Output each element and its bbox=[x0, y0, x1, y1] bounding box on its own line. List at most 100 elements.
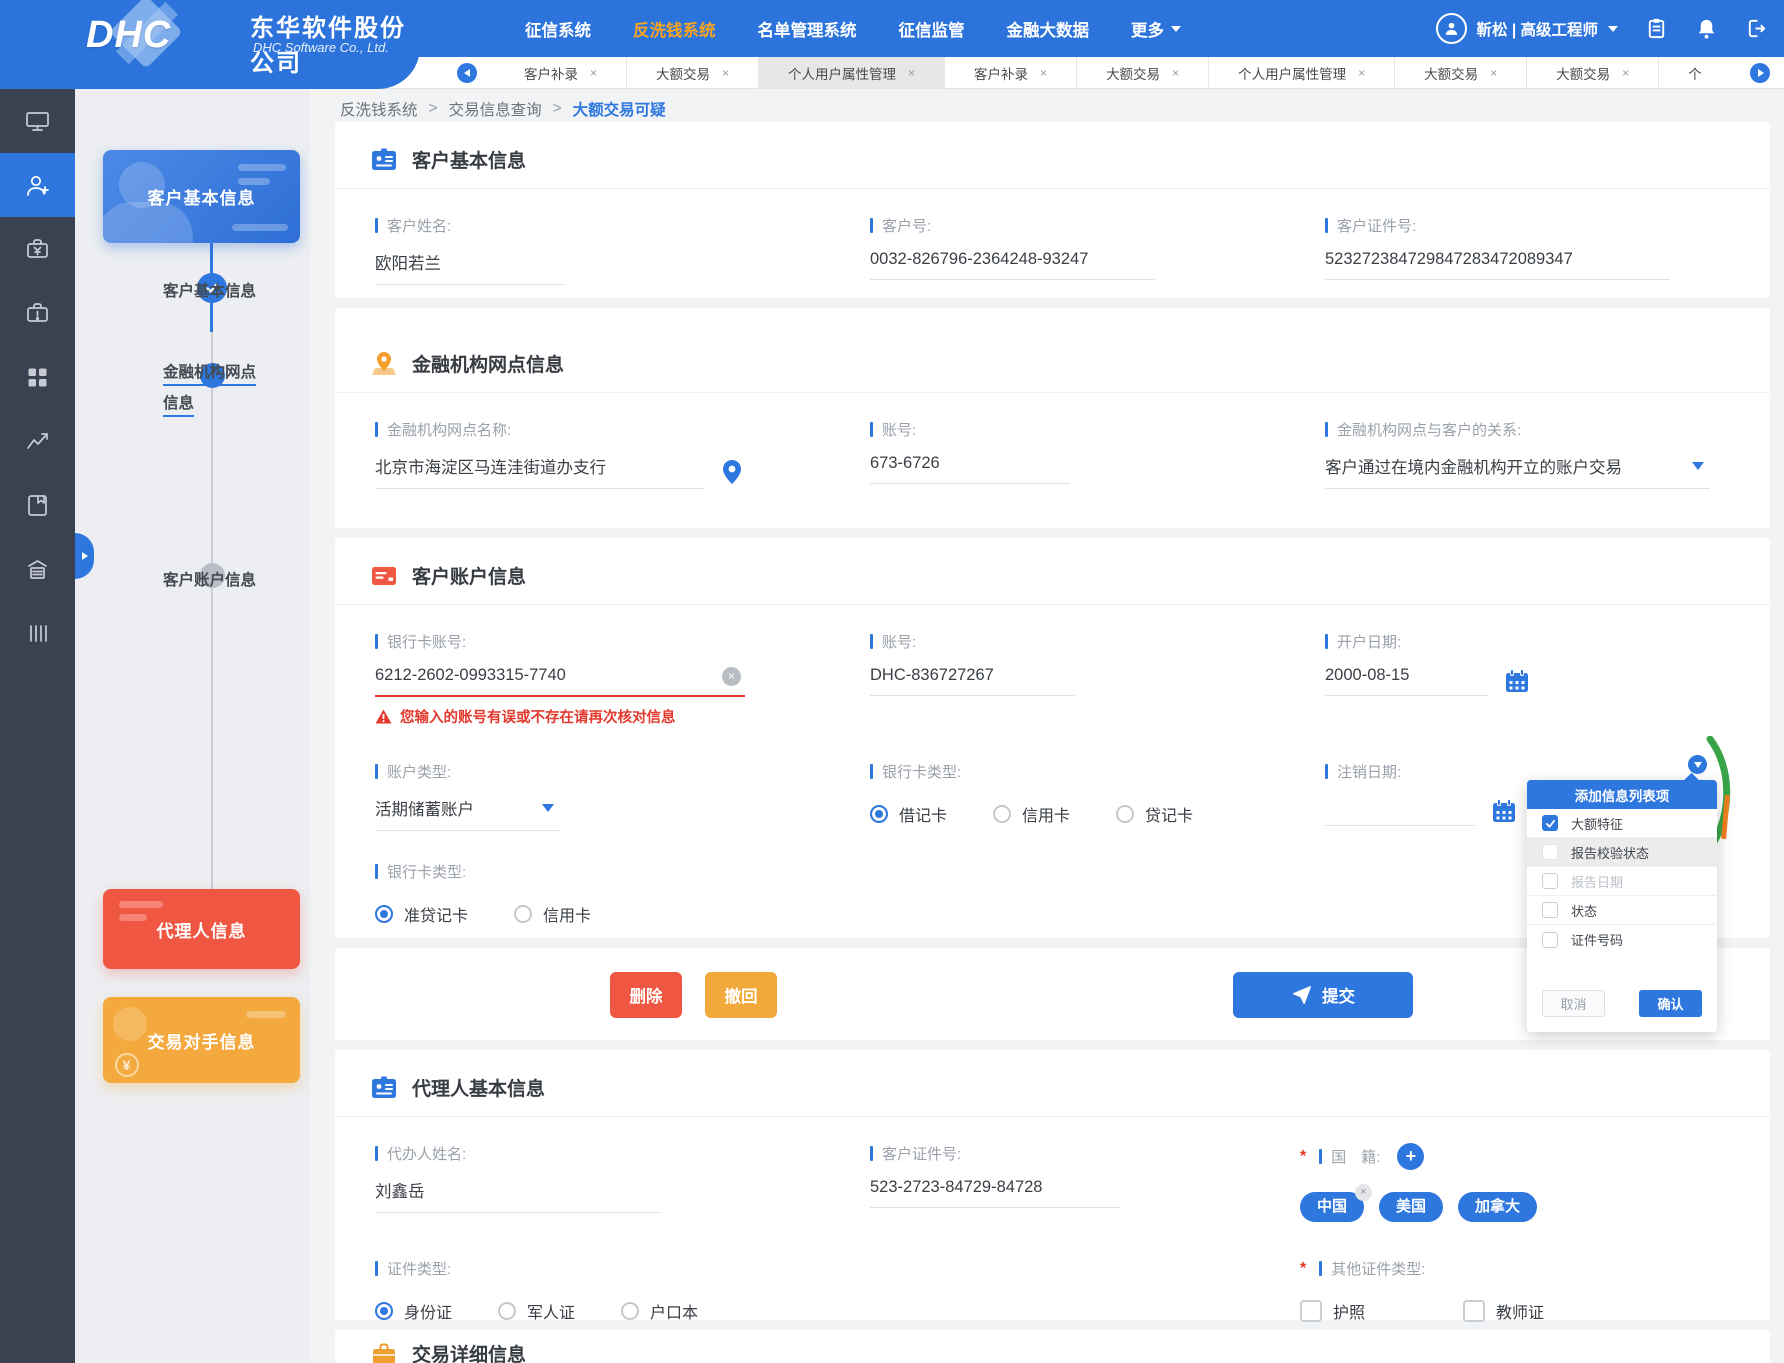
nav-aml-system[interactable]: 反洗钱系统 bbox=[633, 17, 716, 41]
add-nationality-button[interactable]: + bbox=[1397, 1143, 1424, 1170]
field-label: 客户证件号: bbox=[882, 1143, 961, 1164]
rail-item-shop[interactable] bbox=[0, 537, 75, 601]
tag-canada[interactable]: 加拿大 bbox=[1458, 1192, 1537, 1222]
nav-credit-system[interactable]: 征信系统 bbox=[525, 17, 591, 41]
delete-button[interactable]: 删除 bbox=[610, 972, 682, 1018]
close-icon[interactable]: × bbox=[908, 66, 915, 80]
radio-quasi-credit-card[interactable]: 贷记卡 bbox=[1116, 802, 1193, 826]
top-nav: 征信系统 反洗钱系统 名单管理系统 征信监管 金融大数据 更多 bbox=[525, 0, 1181, 57]
tab-large-transaction-2[interactable]: 大额交易× bbox=[1077, 57, 1209, 89]
popup-cancel-button[interactable]: 取消 bbox=[1542, 990, 1605, 1017]
step-branch-info[interactable]: 金融机构网点 信息 bbox=[163, 357, 256, 419]
column-settings-trigger[interactable] bbox=[1688, 755, 1707, 774]
rail-item-cashbox-yen[interactable] bbox=[0, 217, 75, 281]
step-customer-basic[interactable]: 客户基本信息 bbox=[163, 279, 256, 301]
checkbox-teacher-cert[interactable]: 教师证 bbox=[1463, 1299, 1544, 1323]
rail-item-cashbox-warning[interactable] bbox=[0, 281, 75, 345]
wizard-card-counterparty[interactable]: ¥ 交易对手信息 bbox=[103, 997, 300, 1083]
withdraw-button[interactable]: 撤回 bbox=[705, 972, 777, 1018]
account-type-select[interactable]: 活期储蓄账户 bbox=[375, 796, 560, 831]
tabs-scroll-right-button[interactable] bbox=[1750, 63, 1770, 83]
breadcrumb-aml[interactable]: 反洗钱系统 bbox=[340, 98, 418, 120]
customer-no-input[interactable]: 0032-826796-2364248-93247 bbox=[870, 250, 1155, 280]
rail-item-user-add[interactable] bbox=[0, 153, 75, 217]
field-branch-account: 账号: 673-6726 bbox=[870, 419, 1325, 489]
tab-large-transaction[interactable]: 大额交易× bbox=[627, 57, 759, 89]
branch-account-input[interactable]: 673-6726 bbox=[870, 454, 1070, 484]
tab-personal-user-attr-active[interactable]: 个人用户属性管理× bbox=[759, 57, 945, 89]
book-icon bbox=[24, 492, 51, 519]
chevron-down-icon bbox=[1608, 26, 1618, 32]
popup-item-large-amount-feature[interactable]: 大额特征 bbox=[1527, 809, 1717, 838]
checkbox-checked-icon bbox=[1542, 815, 1558, 831]
id-card-icon bbox=[371, 147, 397, 173]
tab-customer-supplement-2[interactable]: 客户补录× bbox=[945, 57, 1077, 89]
customer-name-input[interactable]: 欧阳若兰 bbox=[375, 250, 565, 285]
checkbox-passport[interactable]: 护照 bbox=[1300, 1299, 1365, 1323]
clipboard-icon[interactable] bbox=[1645, 17, 1668, 40]
close-icon[interactable]: × bbox=[1358, 66, 1365, 80]
close-icon[interactable]: × bbox=[1622, 66, 1629, 80]
rail-item-monitor[interactable] bbox=[0, 89, 75, 153]
rail-item-apps-grid[interactable] bbox=[0, 345, 75, 409]
logout-icon[interactable] bbox=[1745, 17, 1768, 40]
clear-icon[interactable]: × bbox=[722, 667, 741, 686]
tab-large-transaction-4[interactable]: 大额交易× bbox=[1527, 57, 1659, 89]
label-bar bbox=[375, 218, 378, 233]
calendar-icon[interactable] bbox=[1504, 668, 1530, 694]
label-bar bbox=[1319, 1261, 1322, 1276]
breadcrumb-txn-query[interactable]: 交易信息查询 bbox=[449, 98, 542, 120]
agent-name-input[interactable]: 刘鑫岳 bbox=[375, 1178, 660, 1213]
nav-list-management[interactable]: 名单管理系统 bbox=[758, 17, 857, 41]
customer-id-no-input[interactable]: 523272384729847283472089347 bbox=[1325, 250, 1670, 280]
wizard-card-agent[interactable]: 代理人信息 bbox=[103, 889, 300, 969]
radio-quasi-debit-card[interactable]: 准贷记卡 bbox=[375, 902, 468, 926]
location-pin-icon[interactable] bbox=[721, 459, 743, 485]
rail-item-line-chart[interactable] bbox=[0, 409, 75, 473]
close-icon[interactable]: × bbox=[590, 66, 597, 80]
radio-credit-card-2[interactable]: 信用卡 bbox=[514, 902, 591, 926]
close-icon[interactable]: × bbox=[1490, 66, 1497, 80]
close-icon[interactable]: × bbox=[722, 66, 729, 80]
popup-item-report-date[interactable]: 报告日期 bbox=[1527, 867, 1717, 896]
rail-item-book[interactable] bbox=[0, 473, 75, 537]
calendar-icon[interactable] bbox=[1491, 798, 1517, 824]
field-label: 证件类型: bbox=[387, 1258, 451, 1279]
wizard-card-customer-basic[interactable]: 客户基本信息 bbox=[103, 150, 300, 243]
breadcrumb-current: 大额交易可疑 bbox=[573, 98, 666, 120]
account-no-input[interactable]: DHC-836727267 bbox=[870, 666, 1075, 696]
bank-card-no-input[interactable]: 6212-2602-0993315-7740× bbox=[375, 666, 745, 697]
open-date-input[interactable]: 2000-08-15 bbox=[1325, 666, 1488, 696]
nav-more[interactable]: 更多 bbox=[1131, 17, 1181, 41]
tag-china[interactable]: 中国× bbox=[1300, 1192, 1364, 1222]
rail-item-list-lines[interactable] bbox=[0, 601, 75, 665]
radio-household-register[interactable]: 户口本 bbox=[621, 1299, 698, 1323]
user-menu[interactable]: 靳松 | 高级工程师 bbox=[1436, 13, 1618, 44]
agent-id-no-input[interactable]: 523-2723-84729-84728 bbox=[870, 1178, 1120, 1208]
tab-personal-user-attr-2[interactable]: 个人用户属性管理× bbox=[1209, 57, 1395, 89]
remove-tag-icon[interactable]: × bbox=[1355, 1184, 1372, 1201]
submit-button[interactable]: 提交 bbox=[1233, 972, 1413, 1018]
branch-relation-select[interactable]: 客户通过在境内金融机构开立的账户交易 bbox=[1325, 454, 1710, 489]
tab-large-transaction-3[interactable]: 大额交易× bbox=[1395, 57, 1527, 89]
popup-confirm-button[interactable]: 确认 bbox=[1639, 990, 1702, 1017]
radio-military-id[interactable]: 军人证 bbox=[498, 1299, 575, 1323]
branch-name-input[interactable]: 北京市海淀区马连洼街道办支行 bbox=[375, 454, 705, 489]
tabs-scroll-left-button[interactable] bbox=[457, 63, 477, 83]
close-date-input[interactable] bbox=[1325, 796, 1475, 826]
field-agent-name: 代办人姓名: 刘鑫岳 bbox=[375, 1143, 870, 1222]
tab-customer-supplement[interactable]: 客户补录× bbox=[495, 57, 627, 89]
close-icon[interactable]: × bbox=[1040, 66, 1047, 80]
close-icon[interactable]: × bbox=[1172, 66, 1179, 80]
popup-item-status[interactable]: 状态 bbox=[1527, 896, 1717, 925]
popup-item-report-check-status[interactable]: 报告校验状态 bbox=[1527, 838, 1717, 867]
radio-credit-card[interactable]: 信用卡 bbox=[993, 802, 1070, 826]
radio-debit-card[interactable]: 借记卡 bbox=[870, 802, 947, 826]
radio-id-card[interactable]: 身份证 bbox=[375, 1299, 452, 1323]
nav-credit-supervision[interactable]: 征信监管 bbox=[899, 17, 965, 41]
popup-item-doc-number[interactable]: 证件号码 bbox=[1527, 925, 1717, 954]
nav-financial-bigdata[interactable]: 金融大数据 bbox=[1007, 17, 1090, 41]
bell-icon[interactable] bbox=[1695, 17, 1718, 40]
step-account-info[interactable]: 客户账户信息 bbox=[163, 568, 256, 590]
tag-usa[interactable]: 美国 bbox=[1379, 1192, 1443, 1222]
